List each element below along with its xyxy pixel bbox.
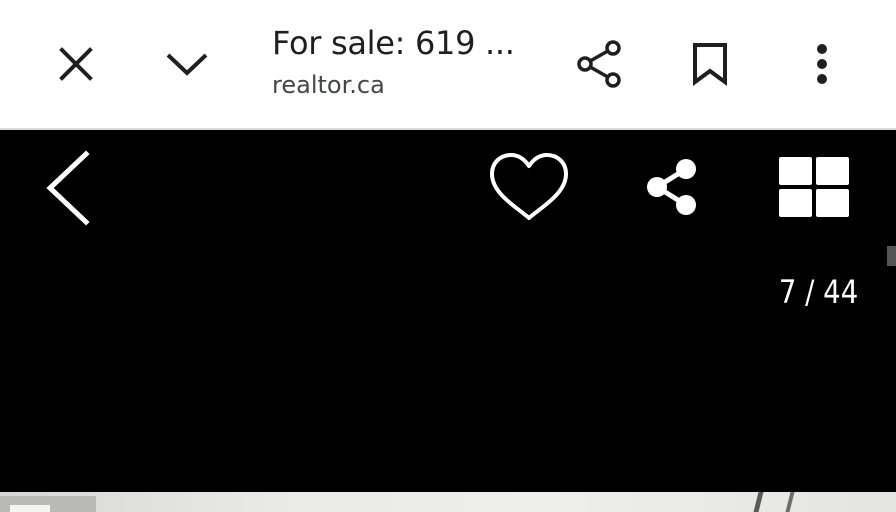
share-icon [647, 159, 696, 215]
screen: For sale: 619 ... realtor.ca 7 / 44 [0, 0, 896, 512]
chevron-left-icon [46, 150, 90, 226]
close-button[interactable] [50, 38, 102, 90]
heart-outline-icon [490, 153, 568, 220]
grid-view-icon [779, 157, 849, 217]
custom-tab-toolbar: For sale: 619 ... realtor.ca [0, 0, 896, 130]
photo-watermark [0, 496, 96, 512]
listing-photo[interactable] [0, 492, 896, 512]
minimize-button[interactable] [160, 38, 214, 90]
grid-view-button[interactable] [776, 154, 852, 222]
scroll-indicator [887, 246, 896, 266]
photo-gallery-viewer: 7 / 44 [0, 132, 896, 512]
more-options-button[interactable] [800, 36, 844, 92]
chevron-down-icon [166, 53, 208, 76]
photo-counter: 7 / 44 [778, 273, 858, 311]
bookmark-button[interactable] [686, 36, 734, 92]
page-info[interactable]: For sale: 619 ... realtor.ca [272, 22, 552, 102]
share-icon [577, 40, 621, 88]
share-button[interactable] [572, 36, 626, 92]
favorite-button[interactable] [488, 152, 570, 224]
bookmark-icon [693, 43, 727, 86]
toolbar-divider [0, 128, 896, 130]
gallery-share-button[interactable] [642, 156, 704, 218]
more-vert-icon [817, 44, 827, 84]
page-title: For sale: 619 ... [272, 24, 515, 62]
back-button[interactable] [38, 148, 98, 228]
close-icon [59, 47, 93, 81]
page-domain: realtor.ca [272, 71, 385, 99]
